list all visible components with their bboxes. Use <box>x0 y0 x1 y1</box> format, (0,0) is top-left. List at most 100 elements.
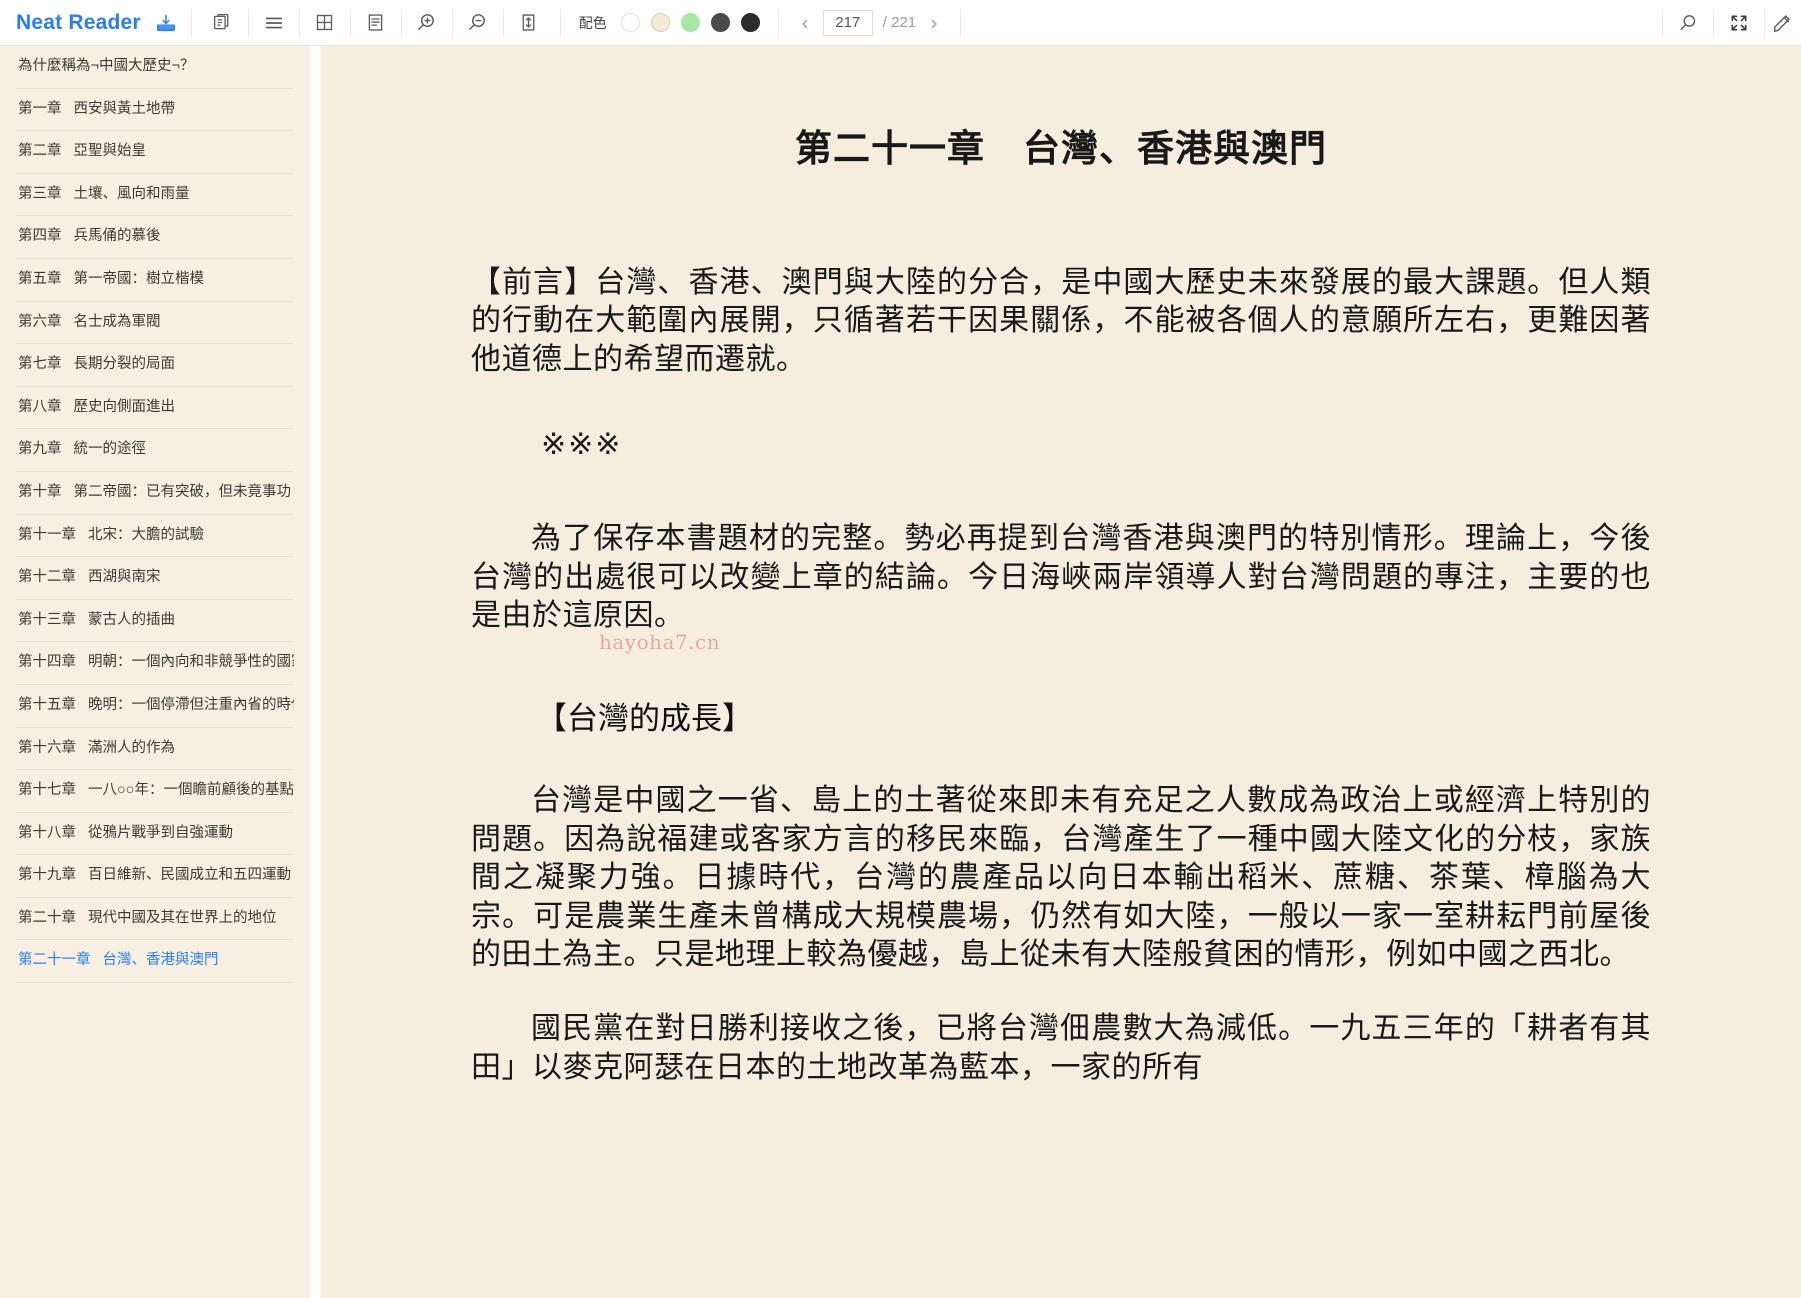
color-swatch-sepia[interactable] <box>650 13 670 32</box>
paragraph-kmt-land-reform: 國民黨在對日勝利接收之後，已將台灣佃農數大為減低。一九五三年的「耕者有其田」以麥… <box>471 1011 1651 1085</box>
sidebar-item-ch13[interactable]: 第十三章 蒙古人的插曲 <box>16 600 294 643</box>
toc-number: 第十八章 <box>18 824 76 841</box>
sidebar-item-ch19[interactable]: 第十九章 百日維新、民國成立和五四運動 <box>16 855 294 898</box>
fit-height-icon[interactable] <box>504 0 554 46</box>
sidebar-item-ch16[interactable]: 第十六章 滿洲人的作為 <box>16 728 294 771</box>
toc-title: 一八○○年：一個瞻前顧後的基點 <box>88 782 294 799</box>
toc-number: 第九章 <box>18 441 62 458</box>
sidebar-item-ch18[interactable]: 第十八章 從鴉片戰爭到自強運動 <box>16 813 294 856</box>
toc-title: 明朝：一個內向和非競爭性的國家 <box>88 654 294 671</box>
prev-page-button[interactable]: ‹ <box>797 11 813 35</box>
toc-title: 西安與黃土地帶 <box>73 100 176 117</box>
color-swatch-black[interactable] <box>740 13 760 32</box>
color-scheme-group: 配色 <box>561 0 778 45</box>
grid-view-icon[interactable] <box>300 0 350 46</box>
color-scheme-label: 配色 <box>578 14 607 31</box>
toc-title: 北宋：大膽的試驗 <box>88 526 204 543</box>
toc-title: 土壤、風向和雨量 <box>73 185 190 202</box>
toc-number: 第六章 <box>18 313 62 330</box>
sidebar-item-ch5[interactable]: 第五章 第一帝國：樹立楷模 <box>16 259 294 302</box>
sidebar-item-ch9[interactable]: 第九章 統一的途徑 <box>16 429 294 472</box>
app-title: Neat Reader <box>16 10 141 34</box>
toc-title: 西湖與南宋 <box>88 569 161 586</box>
toc-number: 第十六章 <box>18 739 76 756</box>
toc-number: 第十三章 <box>18 611 76 628</box>
page-total-label: / 221 <box>882 14 917 31</box>
color-swatch-white[interactable] <box>620 13 640 32</box>
toc-title: 亞聖與始皇 <box>73 143 147 160</box>
paragraph-foreword: 【前言】台灣、香港、澳門與大陸的分合，是中國大歷史未來發展的最大課題。但人類的行… <box>471 265 1651 377</box>
toc-number: 第二章 <box>18 143 62 160</box>
brand-area: Neat Reader <box>0 0 191 45</box>
sidebar-item-ch15[interactable]: 第十五章 晚明：一個停滯但注重內省的時代 <box>16 685 294 728</box>
sidebar-item-ch21[interactable]: 第二十一章 台灣、香港與澳門 <box>16 940 294 984</box>
toc-number: 第四章 <box>18 228 62 245</box>
toc-title: 晚明：一個停滯但注重內省的時代 <box>88 696 294 713</box>
sidebar-resize-handle[interactable] <box>310 46 321 1298</box>
toc-title: 名士成為軍閥 <box>73 313 161 330</box>
reader-scrollbar[interactable] <box>1792 46 1801 1298</box>
toc-title: 滿洲人的作為 <box>88 739 175 756</box>
next-page-button[interactable]: › <box>926 11 942 35</box>
sidebar-item-ch12[interactable]: 第十二章 西湖與南宋 <box>16 557 294 600</box>
toc-number: 第三章 <box>18 185 62 202</box>
copy-icon[interactable] <box>198 0 248 46</box>
sidebar-item-ch3[interactable]: 第三章 土壤、風向和雨量 <box>16 174 294 217</box>
sidebar-item-ch10[interactable]: 第十章 第二帝國：已有突破，但未竟事功 <box>16 472 294 515</box>
toc-title: 歷史向側面進出 <box>73 398 176 415</box>
reader-pane: 第二十一章 台灣、香港與澳門 【前言】台灣、香港、澳門與大陸的分合，是中國大歷史… <box>321 46 1801 1298</box>
toc-title: 台灣、香港與澳門 <box>102 952 219 969</box>
fullscreen-icon[interactable] <box>1714 0 1764 46</box>
book-page: 第二十一章 台灣、香港與澳門 【前言】台灣、香港、澳門與大陸的分合，是中國大歷史… <box>321 118 1801 1087</box>
toc-number: 第一章 <box>18 100 62 117</box>
toc-title: 為什麼稱為¬中國大歷史¬？ <box>18 58 195 75</box>
paragraph-preserve-scope: 為了保存本書題材的完整。勢必再提到台灣香港與澳門的特別情形。理論上，今後台灣的出… <box>471 521 1651 633</box>
color-swatch-green[interactable] <box>680 13 700 32</box>
sidebar-item-ch2[interactable]: 第二章 亞聖與始皇 <box>16 131 294 174</box>
sidebar-item-ch20[interactable]: 第二十章 現代中國及其在世界上的地位 <box>16 898 294 941</box>
zoom-in-icon[interactable] <box>402 0 452 46</box>
toolbar-icon-group <box>192 0 560 45</box>
search-icon[interactable] <box>1663 0 1713 46</box>
sidebar-item-ch6[interactable]: 第六章 名士成為軍閥 <box>16 302 294 345</box>
toc-number: 第十九章 <box>18 867 76 884</box>
save-to-library-icon[interactable] <box>155 12 177 34</box>
color-swatch-gray[interactable] <box>710 13 730 32</box>
toc-number: 第十四章 <box>18 654 76 671</box>
zoom-out-icon[interactable] <box>453 0 503 46</box>
sidebar-item-ch11[interactable]: 第十一章 北宋：大膽的試驗 <box>16 515 294 558</box>
page-number-input[interactable] <box>822 9 873 36</box>
toc-number: 第五章 <box>18 270 62 287</box>
top-toolbar: Neat Reader 配色 ‹ 217 / 221 › <box>0 0 1801 46</box>
chapter-title: 第二十一章 台灣、香港與澳門 <box>795 126 1327 170</box>
page-layout-icon[interactable] <box>351 0 401 46</box>
sidebar-item-ch17[interactable]: 第十七章 一八○○年：一個瞻前顧後的基點 <box>16 770 294 813</box>
toc-title: 蒙古人的插曲 <box>88 611 175 628</box>
toc-number: 第二十一章 <box>18 952 91 969</box>
toc-title: 現代中國及其在世界上的地位 <box>88 909 277 926</box>
toc-number: 第十七章 <box>18 782 76 799</box>
sidebar-item-preface[interactable]: 為什麼稱為¬中國大歷史¬？ <box>16 46 294 89</box>
sidebar-item-ch7[interactable]: 第七章 長期分裂的局面 <box>16 344 294 387</box>
toc-number: 第十二章 <box>18 569 76 586</box>
sidebar-item-ch8[interactable]: 第八章 歷史向側面進出 <box>16 387 294 430</box>
toc-title: 長期分裂的局面 <box>73 356 176 373</box>
list-view-icon[interactable] <box>249 0 299 46</box>
sidebar-item-ch4[interactable]: 第四章 兵馬俑的慕後 <box>16 216 294 259</box>
toc-number: 第八章 <box>18 398 62 415</box>
section-divider-marks: ※※※ <box>541 427 623 463</box>
toc-number: 第二十章 <box>18 909 76 926</box>
table-of-contents-sidebar[interactable]: 為什麼稱為¬中國大歷史¬？ 第一章 西安與黃土地帶 第二章 亞聖與始皇 第三章 … <box>0 46 310 1298</box>
toc-number: 第十一章 <box>18 526 76 543</box>
sidebar-item-ch14[interactable]: 第十四章 明朝：一個內向和非競爭性的國家 <box>16 642 294 685</box>
section-heading-taiwan-growth: 【台灣的成長】 <box>536 701 753 738</box>
toc-title: 第一帝國：樹立楷模 <box>73 270 205 287</box>
highlight-pen-icon[interactable] <box>1765 0 1801 46</box>
toc-title: 統一的途徑 <box>73 441 147 458</box>
sidebar-item-ch1[interactable]: 第一章 西安與黃土地帶 <box>16 89 294 132</box>
toc-title: 百日維新、民國成立和五四運動 <box>88 867 291 884</box>
paragraph-taiwan-province: 台灣是中國之一省、島上的土著從來即未有充足之人數成為政治上或經濟上特別的問題。因… <box>471 783 1651 972</box>
toc-title: 第二帝國：已有突破，但未竟事功 <box>73 483 292 500</box>
pager-group: ‹ / 221 › <box>779 0 960 45</box>
